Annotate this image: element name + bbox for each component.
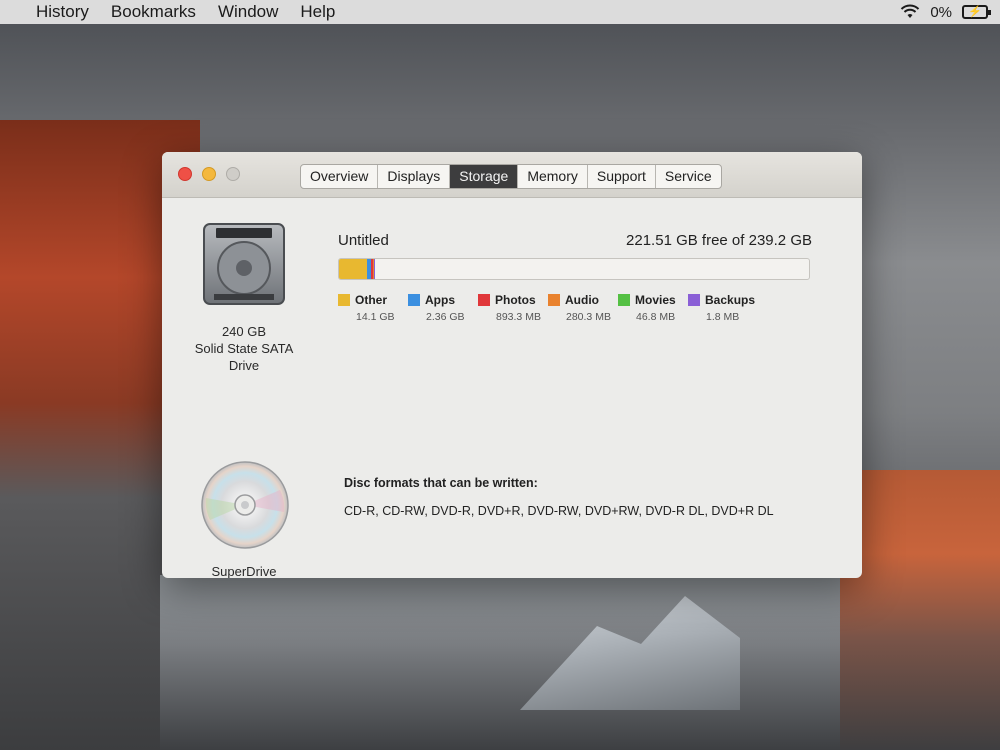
ssd-label: 240 GB Solid State SATA Drive [182, 323, 306, 374]
ssd-type: Solid State SATA [194, 341, 294, 356]
ssd-capacity: 240 GB [221, 324, 267, 339]
hard-drive-icon[interactable] [202, 222, 286, 306]
free-space-text: 221.51 GB free of 239.2 GB [626, 232, 812, 249]
menu-bookmarks[interactable]: Bookmarks [111, 2, 196, 22]
legend-apps: Apps 2.36 GB [408, 293, 478, 323]
storage-pane: 240 GB Solid State SATA Drive Untitled 2… [162, 198, 862, 578]
wallpaper-cliff-right [840, 470, 1000, 750]
legend-other: Other 14.1 GB [338, 293, 408, 323]
ssd-type-cont: Drive [228, 358, 260, 373]
disc-formats-title: Disc formats that can be written: [344, 476, 538, 490]
superdrive-label: SuperDrive [211, 564, 277, 578]
legend-other-size: 14.1 GB [356, 311, 395, 323]
legend-movies-size: 46.8 MB [636, 311, 676, 323]
legend-movies-name: Movies [635, 293, 676, 307]
backups-swatch [688, 294, 700, 306]
legend-backups-size: 1.8 MB [706, 311, 740, 323]
menu-help[interactable]: Help [300, 2, 335, 22]
legend-backups: Backups 1.8 MB [688, 293, 758, 323]
tab-memory[interactable]: Memory [518, 165, 588, 188]
tab-overview[interactable]: Overview [301, 165, 379, 188]
battery-charging-icon[interactable]: ⚡ [962, 5, 991, 19]
storage-seg-other[interactable] [339, 259, 367, 279]
legend-movies: Movies 46.8 MB [618, 293, 688, 323]
legend-photos-name: Photos [495, 293, 536, 307]
legend-audio-size: 280.3 MB [566, 311, 611, 323]
legend-apps-size: 2.36 GB [426, 311, 465, 323]
window-controls [178, 167, 240, 181]
zoom-button[interactable] [226, 167, 240, 181]
audio-swatch [548, 294, 560, 306]
about-this-mac-window: Overview Displays Storage Memory Support… [162, 152, 862, 578]
legend-backups-name: Backups [705, 293, 756, 307]
tab-service[interactable]: Service [656, 165, 721, 188]
status-area: 0% ⚡ [900, 0, 991, 24]
storage-usage-bar[interactable] [338, 258, 810, 280]
other-swatch [338, 294, 350, 306]
storage-seg-backups[interactable] [374, 259, 376, 279]
menu-bar: History Bookmarks Window Help 0% ⚡ [0, 0, 1000, 24]
tab-support[interactable]: Support [588, 165, 656, 188]
legend-apps-name: Apps [425, 293, 455, 307]
legend-photos-size: 893.3 MB [496, 311, 541, 323]
photos-swatch [478, 294, 490, 306]
legend-audio: Audio 280.3 MB [548, 293, 618, 323]
tab-bar: Overview Displays Storage Memory Support… [300, 164, 722, 189]
wallpaper-valley [160, 575, 860, 750]
legend-audio-name: Audio [565, 293, 599, 307]
legend-photos: Photos 893.3 MB [478, 293, 548, 323]
minimize-button[interactable] [202, 167, 216, 181]
volume-name: Untitled [338, 232, 389, 249]
close-button[interactable] [178, 167, 192, 181]
movies-swatch [618, 294, 630, 306]
menu-window[interactable]: Window [218, 2, 278, 22]
optical-disc-icon[interactable] [200, 460, 290, 550]
tab-storage[interactable]: Storage [450, 165, 519, 188]
apps-swatch [408, 294, 420, 306]
legend-other-name: Other [355, 293, 388, 307]
wifi-icon[interactable] [900, 4, 920, 20]
tab-displays[interactable]: Displays [378, 165, 451, 188]
storage-legend: Other 14.1 GB Apps 2.36 GB Photos 893.3 … [338, 293, 758, 323]
menu-history[interactable]: History [36, 2, 89, 22]
window-titlebar[interactable]: Overview Displays Storage Memory Support… [162, 152, 862, 198]
disc-formats-list: CD-R, CD-RW, DVD-R, DVD+R, DVD-RW, DVD+R… [344, 504, 774, 518]
battery-percent[interactable]: 0% [930, 4, 952, 21]
